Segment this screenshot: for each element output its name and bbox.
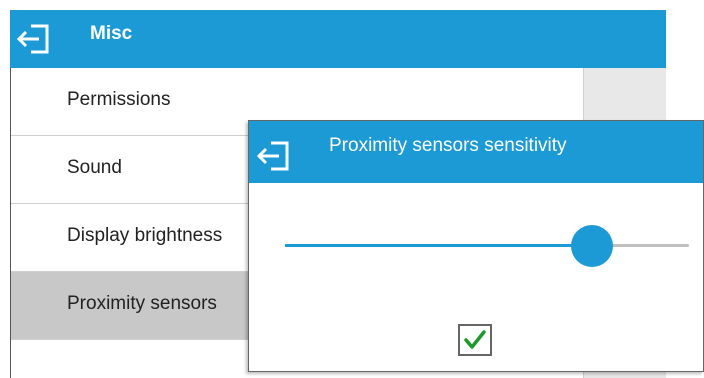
page-title: Misc xyxy=(90,23,133,44)
list-item-label: Proximity sensors xyxy=(67,293,217,314)
proximity-sensitivity-dialog: Proximity sensors sensitivity xyxy=(248,120,704,372)
checkmark-icon xyxy=(464,330,486,349)
list-item-label: Display brightness xyxy=(67,225,223,246)
slider-track-fill xyxy=(285,244,592,247)
back-arrow-icon[interactable] xyxy=(255,139,293,173)
slider-thumb[interactable] xyxy=(571,225,613,267)
confirm-button[interactable] xyxy=(458,324,492,356)
sensitivity-slider[interactable] xyxy=(285,225,689,267)
list-item-label: Sound xyxy=(67,157,122,178)
header-bar: Misc xyxy=(10,10,666,68)
dialog-header: Proximity sensors sensitivity xyxy=(249,121,703,183)
back-arrow-icon[interactable] xyxy=(15,22,53,56)
dialog-title: Proximity sensors sensitivity xyxy=(329,135,567,156)
list-item-label: Permissions xyxy=(67,89,171,110)
